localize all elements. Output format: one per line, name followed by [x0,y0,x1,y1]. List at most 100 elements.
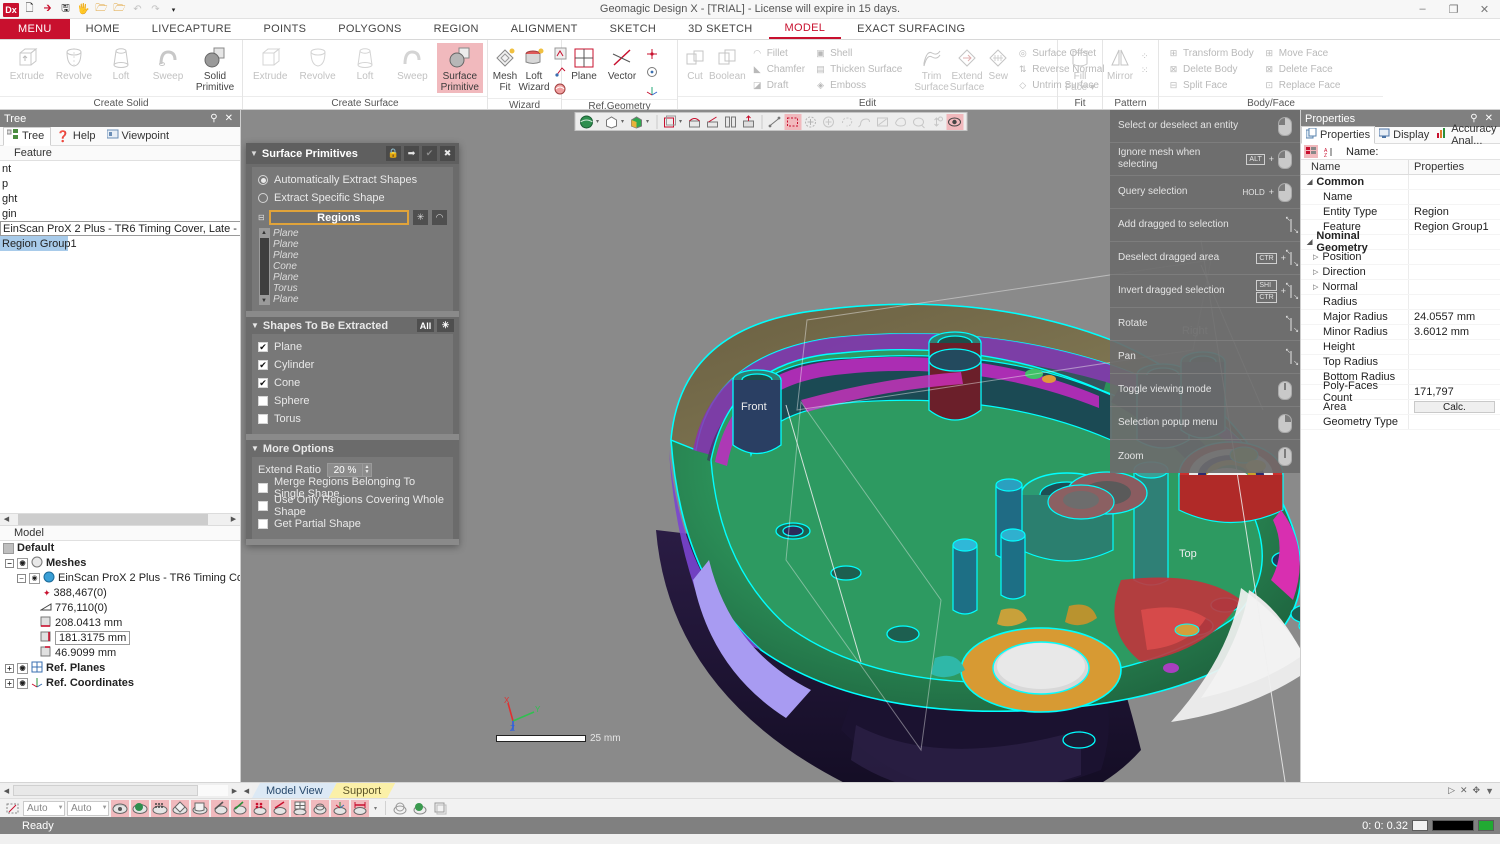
extrude-surface-button[interactable]: Extrude [247,43,293,82]
show-region-button[interactable] [171,800,189,817]
chevron-down-icon[interactable]: ▾ [679,118,685,125]
globe-view-button[interactable] [411,800,429,817]
property-top-radius[interactable]: Top Radius [1301,355,1500,370]
property-major-radius[interactable]: Major Radius 24.0557 mm [1301,310,1500,325]
replace-face-button[interactable]: ⊡ Replace Face [1259,77,1345,93]
checkbox-torus[interactable] [258,414,268,424]
boolean-button[interactable]: Boolean [709,43,746,82]
solid-primitive-button[interactable]: SolidPrimitive [192,43,238,93]
option-auto-extract[interactable]: Automatically Extract Shapes [258,171,447,189]
property-height[interactable]: Height [1301,340,1500,355]
tab-list-icon[interactable]: ▼ [1485,786,1494,796]
checkbox-plane[interactable]: ✔ [258,342,268,352]
expander-icon[interactable]: + [5,664,14,673]
region-item[interactable]: Plane [273,250,447,261]
measure-button[interactable] [766,114,783,130]
feature-row-0[interactable]: nt [0,161,240,176]
regions-collapse-icon[interactable]: ⊟ [258,213,265,222]
chevron-down-icon[interactable]: ▾ [621,118,627,125]
model-row-default[interactable]: Default [0,541,240,556]
view-mode-combo[interactable]: Auto ▼ [23,801,65,816]
scroll-thumb[interactable] [259,237,270,296]
linear-pattern-button[interactable]: ⁙ [1134,63,1155,77]
brush-select-button[interactable] [874,114,891,130]
show-sketch-button[interactable] [211,800,229,817]
collapse-icon[interactable]: ▼ [251,444,259,453]
property-minor-radius[interactable]: Minor Radius 3.6012 mm [1301,325,1500,340]
shade-mode-button[interactable] [603,114,620,130]
feature-row-3[interactable]: gin [0,206,240,221]
undo-icon[interactable]: ↶ [130,2,145,17]
ref-point-button[interactable] [642,45,663,63]
tab-properties[interactable]: Properties [1301,126,1375,144]
checkbox-sphere[interactable] [258,396,268,406]
ribbon-tab-region[interactable]: REGION [418,19,495,39]
next-button[interactable]: ➡ [404,146,419,161]
customize-qat-icon[interactable]: ▾ [166,2,181,17]
property-geometry-type[interactable]: Geometry Type [1301,415,1500,430]
ribbon-tab-home[interactable]: HOME [70,19,136,39]
scroll-track[interactable] [13,785,228,796]
tree-horizontal-scrollbar[interactable]: ◀ ▶ [0,513,240,526]
ribbon-tab-model[interactable]: MODEL [769,19,842,39]
lock-button[interactable]: 🔒 [386,146,401,161]
region-item[interactable]: Plane [273,272,447,283]
pick-region-button[interactable]: ◠ [432,210,447,225]
region-list[interactable]: ▲ ▼ Plane Plane Plane Cone Plane Torus P… [258,228,447,305]
checkbox-use-whole-shape[interactable] [258,501,268,511]
show-ref-lines-button[interactable] [271,800,289,817]
stepper-arrows-icon[interactable]: ▲▼ [363,463,372,477]
tab-display[interactable]: Display [1375,127,1433,143]
loft-surface-button[interactable]: Loft [342,43,388,82]
tab-viewpoint[interactable]: Viewpoint [104,128,176,144]
reset-view-button[interactable] [740,114,757,130]
scroll-track[interactable] [13,514,227,525]
tab-tree[interactable]: Tree [3,127,51,146]
scroll-right-icon[interactable]: ▶ [227,514,240,525]
property-normal[interactable]: ▷Normal [1301,280,1500,295]
visibility-icon[interactable]: ◉ [29,573,40,584]
ribbon-tab-exact-surfacing[interactable]: EXACT SURFACING [841,19,981,39]
ribbon-tab-livecapture[interactable]: LIVECAPTURE [136,19,248,39]
ribbon-tab-points[interactable]: POINTS [248,19,323,39]
color-mode-button[interactable] [628,114,645,130]
region-item[interactable]: Plane [273,294,447,305]
shape-cone[interactable]: ✔ Cone [258,374,447,392]
checkbox-cone[interactable]: ✔ [258,378,268,388]
sweep-surface-button[interactable]: Sweep [389,43,435,82]
scroll-left-icon[interactable]: ◀ [0,514,13,525]
poly-select-button[interactable] [820,114,837,130]
fillet-button[interactable]: ◠ Fillet [747,45,809,61]
cut-button[interactable]: Cut [682,43,708,82]
chevron-down-icon[interactable]: ▼ [102,805,108,811]
sew-button[interactable]: Sew [985,43,1011,82]
extrude-solid-button[interactable]: Extrude [4,43,50,82]
expander-icon[interactable]: + [5,679,14,688]
render-mode-button[interactable] [578,114,595,130]
extend-ratio-input[interactable] [327,463,363,477]
clip-plane-button[interactable] [704,114,721,130]
show-ref-points-button[interactable] [251,800,269,817]
expander-icon[interactable]: ◢ [1307,238,1312,246]
scroll-down-icon[interactable]: ▼ [259,296,270,305]
property-area[interactable]: Area Calc. [1301,400,1500,415]
shrink-select-button[interactable] [910,114,927,130]
cancel-button[interactable]: ✖ [440,146,455,161]
rect-select-button[interactable] [784,114,801,130]
revolve-solid-button[interactable]: Revolve [51,43,97,82]
property-radius[interactable]: Radius [1301,295,1500,310]
expander-icon[interactable]: ◢ [1307,178,1312,186]
checkbox-merge-regions[interactable] [258,483,268,493]
show-ref-vectors-button[interactable] [311,800,329,817]
model-row-ref-planes[interactable]: + ◉ Ref. Planes [0,661,240,676]
draft-button[interactable]: ◪ Draft [747,77,809,93]
visibility-icon[interactable]: ◉ [17,678,28,689]
option-extract-specific[interactable]: Extract Specific Shape [258,189,447,207]
region-item[interactable]: Plane [273,228,447,239]
scroll-thumb[interactable] [13,785,198,796]
show-colored-mesh-button[interactable] [131,800,149,817]
open-folder-icon[interactable]: 🗁 [94,2,109,17]
more-options-title[interactable]: ▼ More Options [246,440,459,457]
category-sort-icon[interactable] [1304,145,1318,158]
collapse-icon[interactable]: ▼ [250,149,258,158]
